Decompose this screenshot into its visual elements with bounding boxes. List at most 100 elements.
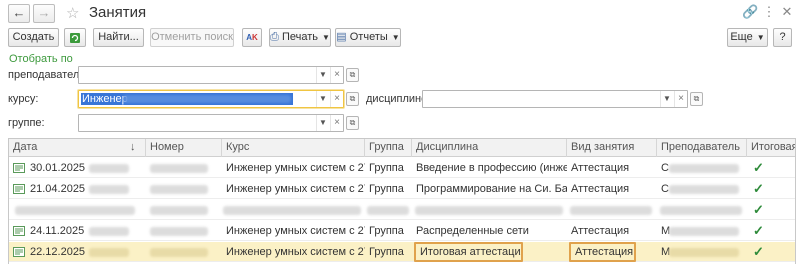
column-header-course[interactable]: Курс bbox=[222, 139, 365, 157]
refresh-button[interactable] bbox=[64, 28, 86, 47]
open-icon[interactable]: ⧉ bbox=[690, 92, 703, 106]
discipline-filter-input[interactable]: ▼ × bbox=[422, 90, 688, 108]
column-header-date[interactable]: Дата ↓ bbox=[9, 139, 146, 157]
redacted-text bbox=[150, 164, 208, 173]
sort-az-icon: AK bbox=[246, 33, 258, 42]
document-icon bbox=[13, 163, 25, 173]
forward-button[interactable]: → bbox=[33, 4, 55, 23]
checkmark-icon: ✓ bbox=[753, 181, 764, 196]
table-row[interactable]: ✓ bbox=[9, 200, 795, 220]
course-cell: Инженер умных систем с 27.... bbox=[226, 246, 365, 258]
redacted-text bbox=[89, 227, 129, 236]
column-header-discipline[interactable]: Дисциплина bbox=[412, 139, 567, 157]
arrow-right-icon: → bbox=[37, 5, 51, 20]
group-cell: Группа bbox=[369, 162, 404, 174]
chevron-down-icon[interactable]: ▼ bbox=[316, 115, 329, 131]
redacted-text bbox=[415, 206, 563, 215]
date-cell: 22.12.2025 bbox=[30, 246, 86, 258]
filter-caption: Отобрать по bbox=[9, 53, 73, 65]
redacted-text bbox=[89, 164, 129, 173]
redacted-text bbox=[669, 227, 739, 236]
table-row[interactable]: 21.04.2025 Инженер умных систем с 27....… bbox=[9, 179, 795, 199]
redacted-text bbox=[123, 95, 291, 103]
open-icon[interactable]: ⧉ bbox=[346, 68, 359, 82]
course-filter-label: курсу: bbox=[8, 93, 39, 105]
course-filter-input[interactable]: Инженер ▼ × bbox=[78, 90, 344, 108]
more-button[interactable]: Еще ▼ bbox=[727, 28, 768, 47]
print-button[interactable]: ⎙ Печать ▼ bbox=[269, 28, 331, 47]
table-header: Дата ↓ Номер Курс Группа Дисциплина Вид … bbox=[9, 139, 795, 157]
teacher-filter-input[interactable]: ▼ × bbox=[78, 66, 344, 84]
title-bar: ← → ☆ Занятия 🔗 ⋮ ✕ bbox=[0, 0, 800, 26]
course-cell: Инженер умных систем с 27.... bbox=[226, 183, 365, 195]
checkmark-icon: ✓ bbox=[753, 244, 764, 259]
redacted-text bbox=[15, 206, 135, 215]
page-title: Занятия bbox=[89, 4, 147, 21]
date-cell: 30.01.2025 bbox=[30, 162, 86, 174]
kind-cell: Аттестация bbox=[571, 162, 630, 174]
redacted-text bbox=[223, 206, 361, 215]
checkmark-icon: ✓ bbox=[753, 160, 764, 175]
link-icon[interactable]: 🔗 bbox=[742, 5, 758, 19]
group-filter-label: группе: bbox=[8, 117, 45, 129]
sort-button[interactable]: AK bbox=[242, 28, 262, 47]
cancel-search-button[interactable]: Отменить поиск bbox=[150, 28, 234, 47]
redacted-text bbox=[150, 248, 208, 257]
kind-cell: Аттестация bbox=[569, 242, 636, 262]
column-header-kind[interactable]: Вид занятия bbox=[567, 139, 657, 157]
discipline-filter-label: дисциплине: bbox=[366, 93, 431, 105]
redacted-text bbox=[150, 227, 208, 236]
refresh-icon bbox=[70, 33, 80, 43]
printer-icon: ⎙ bbox=[270, 31, 279, 43]
redacted-text bbox=[570, 206, 652, 215]
redacted-text bbox=[660, 206, 742, 215]
redacted-text bbox=[89, 248, 129, 257]
more-vertical-icon[interactable]: ⋮ bbox=[762, 5, 776, 19]
sort-arrow-icon: ↓ bbox=[130, 141, 136, 153]
print-label: Печать bbox=[281, 31, 318, 43]
arrow-left-icon: ← bbox=[12, 5, 26, 20]
discipline-cell: Итоговая аттестация bbox=[414, 242, 523, 262]
column-header-teacher[interactable]: Преподаватель bbox=[657, 139, 747, 157]
clear-icon[interactable]: × bbox=[674, 91, 687, 107]
redacted-text bbox=[89, 185, 129, 194]
course-cell: Инженер умных систем с 27.... bbox=[226, 162, 365, 174]
open-icon[interactable]: ⧉ bbox=[346, 92, 359, 106]
date-cell: 21.04.2025 bbox=[30, 183, 86, 195]
lessons-table[interactable]: Дата ↓ Номер Курс Группа Дисциплина Вид … bbox=[8, 138, 796, 264]
column-header-number[interactable]: Номер bbox=[146, 139, 222, 157]
table-row[interactable]: 30.01.2025 Инженер умных систем с 27....… bbox=[9, 158, 795, 178]
star-icon[interactable]: ☆ bbox=[66, 4, 79, 22]
reports-label: Отчеты bbox=[349, 31, 388, 43]
chevron-down-icon[interactable]: ▼ bbox=[316, 91, 329, 107]
back-button[interactable]: ← bbox=[8, 4, 30, 23]
document-icon bbox=[13, 226, 25, 236]
discipline-cell: Программирование на Си. Базо... bbox=[416, 183, 567, 195]
group-filter-input[interactable]: ▼ × bbox=[78, 114, 344, 132]
help-button[interactable]: ? bbox=[773, 28, 792, 47]
redacted-text bbox=[150, 185, 208, 194]
date-cell: 24.11.2025 bbox=[30, 225, 85, 237]
checkmark-icon: ✓ bbox=[753, 223, 764, 238]
course-cell: Инженер умных систем с 27.... bbox=[226, 225, 365, 237]
redacted-text bbox=[669, 164, 739, 173]
chevron-down-icon[interactable]: ▼ bbox=[660, 91, 673, 107]
table-row[interactable]: 24.11.2025 Инженер умных систем с 27....… bbox=[9, 221, 795, 241]
clear-icon[interactable]: × bbox=[330, 91, 343, 107]
reports-icon: ▤ bbox=[336, 31, 347, 43]
open-icon[interactable]: ⧉ bbox=[346, 116, 359, 130]
clear-icon[interactable]: × bbox=[330, 115, 343, 131]
clear-icon[interactable]: × bbox=[330, 67, 343, 83]
column-header-group[interactable]: Группа bbox=[365, 139, 412, 157]
kind-cell: Аттестация bbox=[571, 183, 630, 195]
column-header-final[interactable]: Итоговая bbox=[747, 139, 795, 157]
redacted-text bbox=[669, 185, 739, 194]
close-icon[interactable]: ✕ bbox=[780, 5, 794, 19]
create-button[interactable]: Создать bbox=[8, 28, 59, 47]
group-cell: Группа bbox=[369, 183, 404, 195]
table-row-selected[interactable]: 22.12.2025 Инженер умных систем с 27....… bbox=[9, 242, 795, 262]
chevron-down-icon[interactable]: ▼ bbox=[316, 67, 329, 83]
find-button[interactable]: Найти... bbox=[93, 28, 144, 47]
discipline-cell: Распределенные сети bbox=[416, 225, 529, 237]
reports-button[interactable]: ▤ Отчеты ▼ bbox=[335, 28, 401, 47]
